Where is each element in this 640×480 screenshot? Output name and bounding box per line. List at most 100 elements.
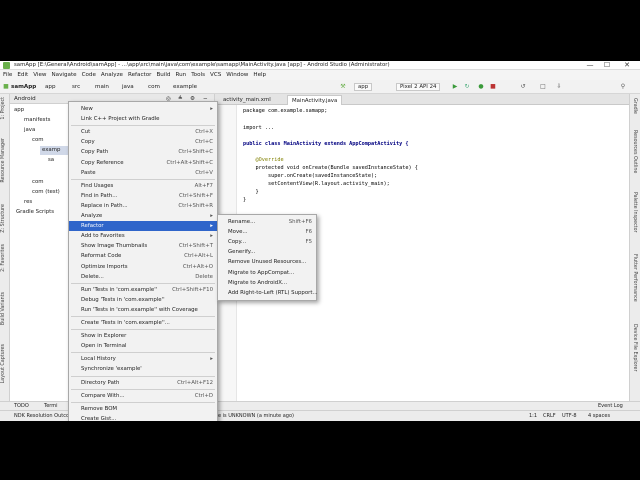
breadcrumb-samapp[interactable]: samApp <box>11 83 36 91</box>
menu-item-new[interactable]: New ▸ <box>69 104 217 114</box>
maximize-button[interactable]: ☐ <box>600 61 614 70</box>
tool-layout-captures[interactable]: Layout Captures <box>1 344 6 383</box>
tree-item-manifests[interactable]: manifests <box>24 116 50 125</box>
menu-view[interactable]: View <box>33 72 46 78</box>
tool-structure[interactable]: Z: Structure <box>1 204 6 233</box>
menu-item-show-in-explorer[interactable]: Show in Explorer <box>69 331 217 341</box>
menu-item-analyze[interactable]: Analyze ▸ <box>69 211 217 221</box>
menu-item-run-tests-in-com-example-with-coverage[interactable]: Run 'Tests in 'com.example'' with Covera… <box>69 305 217 315</box>
menu-item-migrate-to-appcompat[interactable]: Migrate to AppCompat... <box>218 268 316 278</box>
menu-item-create-gist[interactable]: Create Gist... <box>69 414 217 421</box>
caret-position[interactable]: 1:1 <box>529 411 537 421</box>
apply-changes-icon[interactable]: ↻ <box>464 84 470 90</box>
line-separator[interactable]: CRLF <box>543 411 556 421</box>
minimize-button[interactable]: — <box>583 61 597 70</box>
run-config-select[interactable]: app <box>354 83 373 91</box>
search-everywhere-icon[interactable]: ⚲ <box>620 84 626 90</box>
tool-device-file-explorer[interactable]: Device File Explorer <box>632 324 637 371</box>
menu-item-create-tests-in-com-example[interactable]: Create 'Tests in 'com.example''... <box>69 318 217 328</box>
breadcrumb-src[interactable]: src <box>72 83 80 91</box>
menu-item-paste[interactable]: Paste Ctrl+V <box>69 168 217 178</box>
tree-item-app[interactable]: app <box>14 106 24 115</box>
close-button[interactable]: ✕ <box>620 61 634 70</box>
tree-item-com[interactable]: com <box>32 136 44 145</box>
menu-item-find-usages[interactable]: Find Usages Alt+F7 <box>69 181 217 191</box>
menu-item-reformat-code[interactable]: Reformat Code Ctrl+Alt+L <box>69 251 217 261</box>
menu-item-directory-path[interactable]: Directory Path Ctrl+Alt+F12 <box>69 378 217 388</box>
stop-icon[interactable]: ■ <box>490 84 496 90</box>
menu-file[interactable]: File <box>3 72 12 78</box>
tool-resource-manager[interactable]: Resource Manager <box>1 138 6 183</box>
menu-item-link-c-project-with-gradle[interactable]: Link C++ Project with Gradle <box>69 114 217 124</box>
menu-item-delete[interactable]: Delete... Delete <box>69 272 217 282</box>
menu-run[interactable]: Run <box>175 72 186 78</box>
tree-item-com-test[interactable]: com (test) <box>32 188 60 197</box>
file-encoding[interactable]: UTF-8 <box>562 411 577 421</box>
tab-activity-main-xml[interactable]: activity_main.xml <box>219 95 275 105</box>
tool-resources-outline[interactable]: Resources Outline <box>632 130 637 173</box>
avd-manager-icon[interactable]: □ <box>540 84 546 90</box>
tree-item-samapp[interactable]: sa <box>48 156 54 165</box>
tool-palette-inspector[interactable]: Palette Inspector <box>632 192 637 233</box>
menu-item-local-history[interactable]: Local History ▸ <box>69 354 217 364</box>
menu-item-optimize-imports[interactable]: Optimize Imports Ctrl+Alt+O <box>69 262 217 272</box>
menu-build[interactable]: Build <box>156 72 170 78</box>
menu-vcs[interactable]: VCS <box>210 72 221 78</box>
run-icon[interactable]: ▶ <box>452 84 458 90</box>
tab-main-activity-java[interactable]: MainActivity.java <box>287 95 343 105</box>
breadcrumb-java[interactable]: java <box>122 83 134 91</box>
menu-item-add-to-favorites[interactable]: Add to Favorites ▸ <box>69 231 217 241</box>
tree-item-res[interactable]: res <box>24 198 32 207</box>
tree-item-java[interactable]: java <box>24 126 35 135</box>
menu-item-remove-bom[interactable]: Remove BOM <box>69 404 217 414</box>
menu-refactor[interactable]: Refactor <box>128 72 151 78</box>
menu-item-copy[interactable]: Copy... F5 <box>218 237 316 247</box>
tool-flutter-performance[interactable]: Flutter Performance <box>632 254 637 302</box>
menu-item-compare-with[interactable]: Compare With... Ctrl+D <box>69 391 217 401</box>
sync-gradle-icon[interactable]: ↺ <box>520 84 526 90</box>
tool-gradle[interactable]: Gradle <box>632 98 637 114</box>
menu-item-replace-in-path[interactable]: Replace in Path... Ctrl+Shift+R <box>69 201 217 211</box>
menu-item-refactor[interactable]: Refactor ▸ <box>69 221 217 232</box>
menu-window[interactable]: Window <box>226 72 248 78</box>
menu-navigate[interactable]: Navigate <box>52 72 77 78</box>
make-project-hammer-icon[interactable]: ⚒ <box>340 84 346 90</box>
menu-item-rename[interactable]: Rename... Shift+F6 <box>218 217 316 227</box>
menu-item-run-tests-in-com-example[interactable]: Run 'Tests in 'com.example'' Ctrl+Shift+F… <box>69 285 217 295</box>
menu-item-copy-reference[interactable]: Copy Reference Ctrl+Alt+Shift+C <box>69 158 217 168</box>
tree-item-gradle-scripts[interactable]: Gradle Scripts <box>16 208 54 217</box>
menu-analyze[interactable]: Analyze <box>101 72 123 78</box>
project-view-mode[interactable]: Android <box>14 96 36 102</box>
tree-item-com-android-test[interactable]: com <box>32 178 44 187</box>
indent-setting[interactable]: 4 spaces <box>588 411 610 421</box>
debug-icon[interactable]: ● <box>478 84 484 90</box>
tool-favorites[interactable]: 2: Favorites <box>1 244 6 272</box>
sdk-manager-icon[interactable]: ⇩ <box>556 84 562 90</box>
menu-item-move[interactable]: Move... F6 <box>218 227 316 237</box>
menu-item-copy-path[interactable]: Copy Path Ctrl+Shift+C <box>69 147 217 157</box>
tool-project[interactable]: 1: Project <box>1 97 6 120</box>
menu-item-show-image-thumbnails[interactable]: Show Image Thumbnails Ctrl+Shift+T <box>69 241 217 251</box>
tree-item-example[interactable]: examp <box>40 146 71 155</box>
menu-item-remove-unused-resources[interactable]: Remove Unused Resources... <box>218 257 316 267</box>
menu-item-find-in-path[interactable]: Find in Path... Ctrl+Shift+F <box>69 191 217 201</box>
menu-help[interactable]: Help <box>253 72 266 78</box>
status-message[interactable]: NDK Resolution Outco <box>14 411 69 421</box>
breadcrumb-main[interactable]: main <box>95 83 109 91</box>
tool-build-variants[interactable]: Build Variants <box>1 292 6 325</box>
breadcrumb-com[interactable]: com <box>148 83 160 91</box>
menu-item-migrate-to-androidx[interactable]: Migrate to AndroidX... <box>218 278 316 288</box>
menu-item-copy[interactable]: Copy Ctrl+C <box>69 137 217 147</box>
menu-item-cut[interactable]: Cut Ctrl+X <box>69 127 217 137</box>
breadcrumb-app[interactable]: app <box>45 83 56 91</box>
menu-item-synchronize-example[interactable]: Synchronize 'example' <box>69 364 217 374</box>
menu-tools[interactable]: Tools <box>191 72 205 78</box>
breadcrumb-example[interactable]: example <box>173 83 197 91</box>
menu-item-debug-tests-in-com-example[interactable]: Debug 'Tests in 'com.example'' <box>69 295 217 305</box>
menu-item-open-in-terminal[interactable]: Open in Terminal <box>69 341 217 351</box>
menu-edit[interactable]: Edit <box>17 72 28 78</box>
menu-item-add-right-to-left-rtl-support[interactable]: Add Right-to-Left (RTL) Support... <box>218 288 318 298</box>
menu-item-generify[interactable]: Generify... <box>218 247 316 257</box>
device-select[interactable]: Pixel 2 API 24 <box>396 83 441 91</box>
menu-code[interactable]: Code <box>82 72 96 78</box>
